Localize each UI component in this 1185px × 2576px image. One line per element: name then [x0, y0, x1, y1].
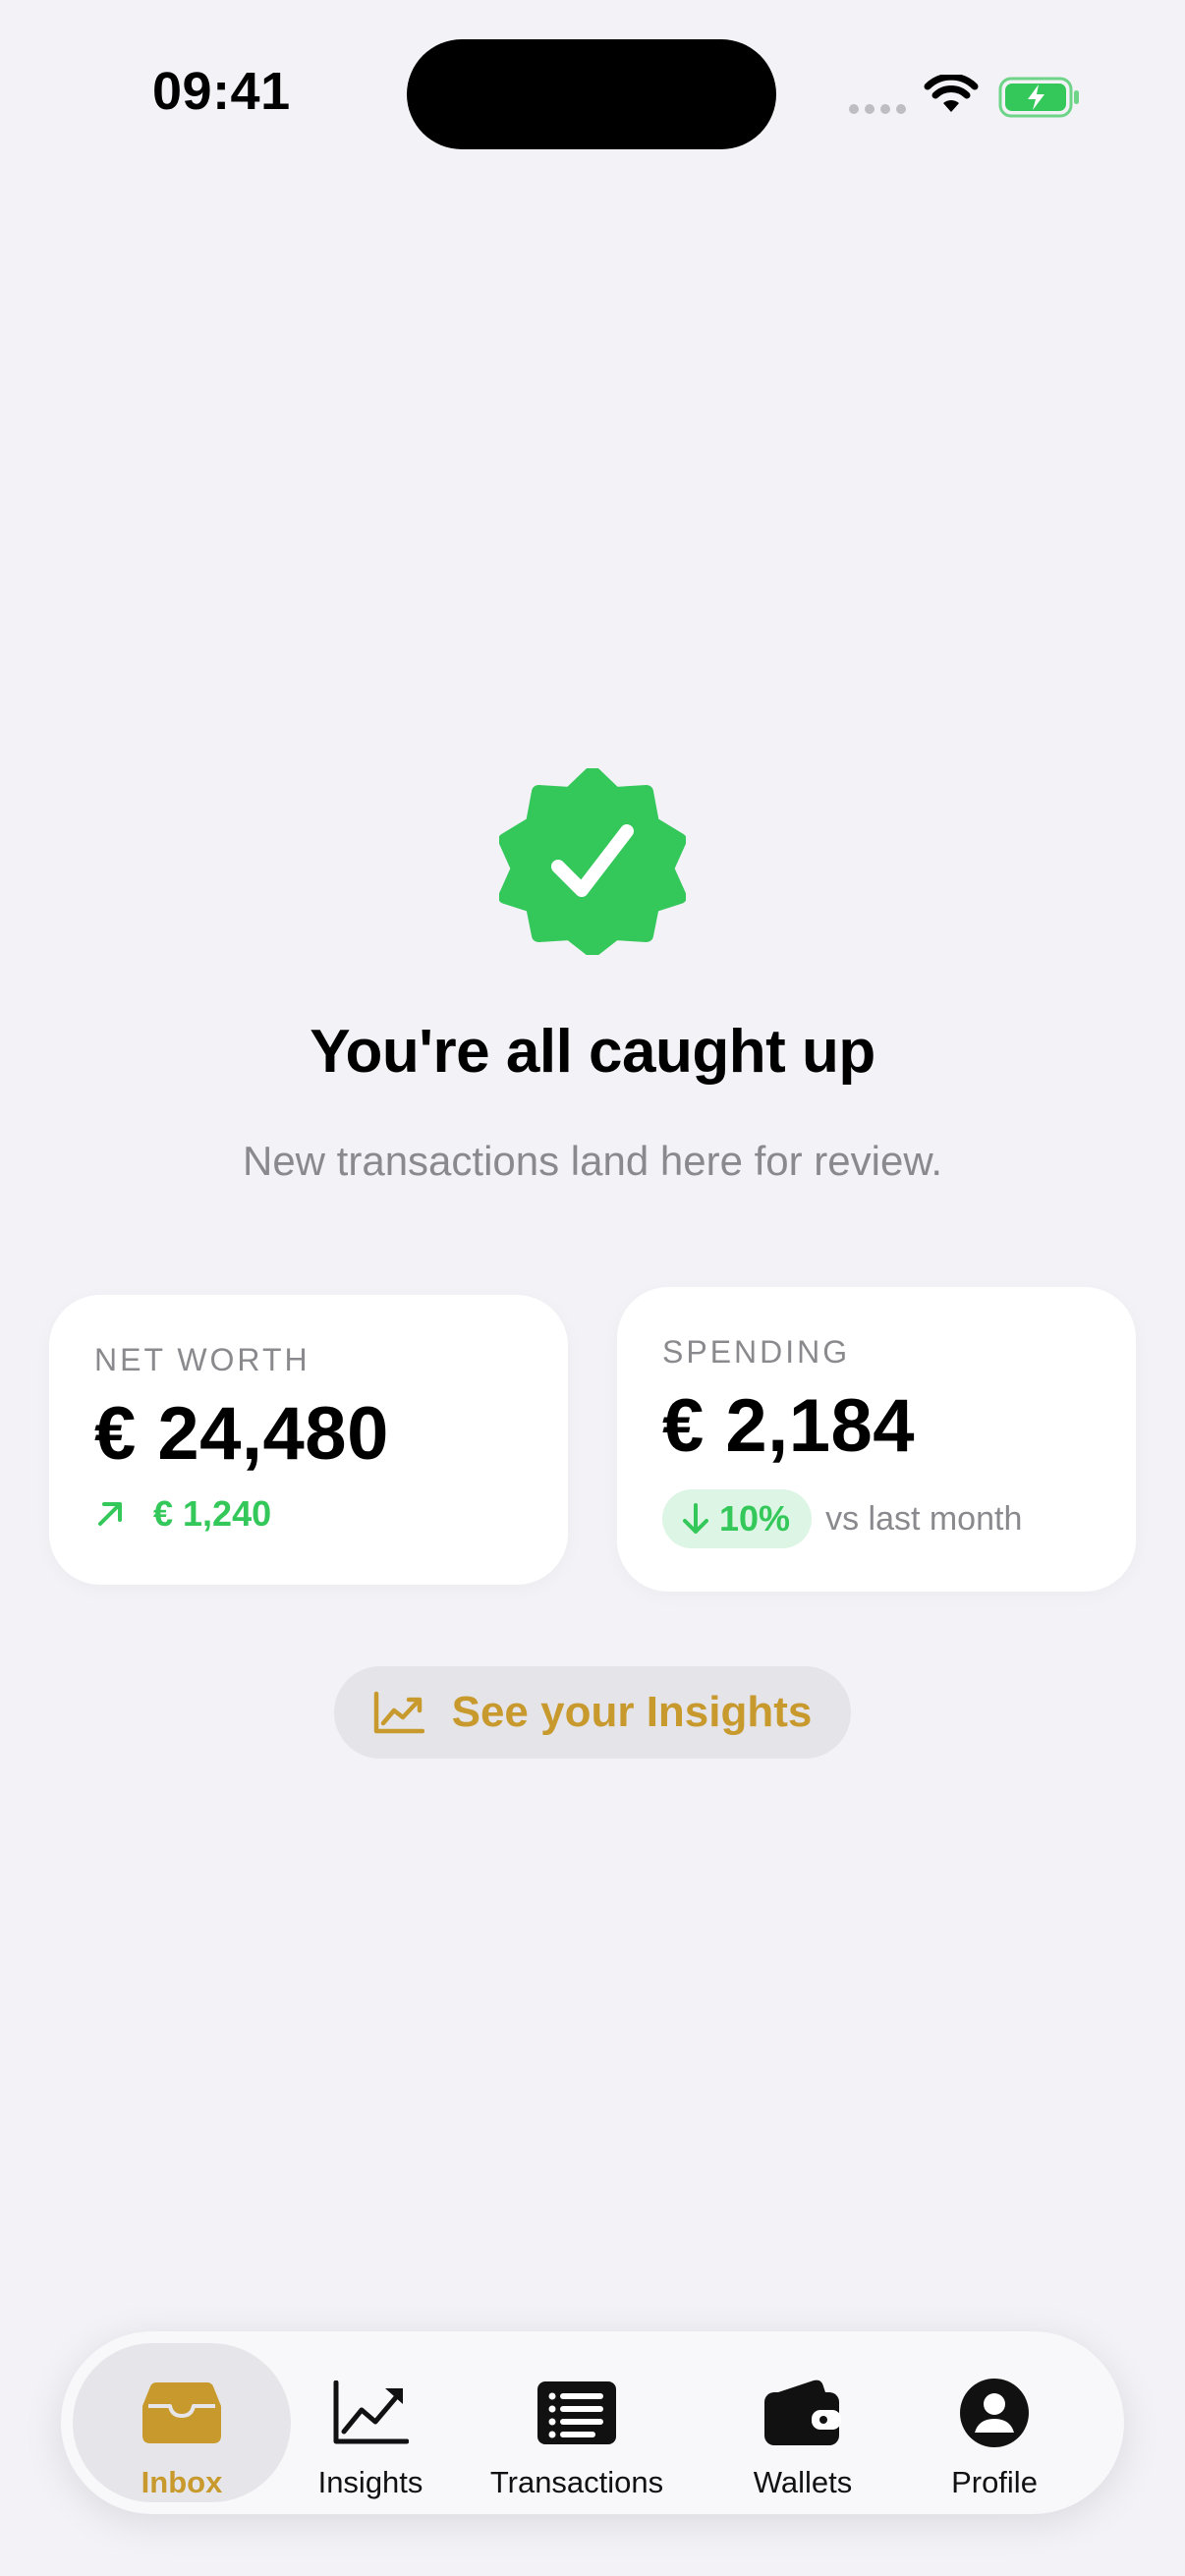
- tab-insights[interactable]: Insights: [297, 2331, 444, 2514]
- tab-profile[interactable]: Profile: [921, 2331, 1068, 2514]
- tab-insights-label: Insights: [317, 2465, 423, 2499]
- spending-card[interactable]: SPENDING € 2,184 10% vs last month: [617, 1287, 1136, 1592]
- spending-change-percent: 10%: [719, 1498, 791, 1539]
- spending-change-badge: 10%: [662, 1489, 813, 1548]
- tab-wallets-label: Wallets: [753, 2465, 853, 2499]
- page-subtitle: New transactions land here for review.: [242, 1138, 942, 1184]
- chart-line-up-icon: [333, 2380, 409, 2444]
- spending-value: € 2,184: [662, 1384, 916, 1468]
- dynamic-island: [407, 39, 776, 149]
- tab-wallets[interactable]: Wallets: [729, 2331, 876, 2514]
- verified-check-badge-icon: [499, 768, 686, 955]
- tab-inbox-label: Inbox: [141, 2465, 223, 2499]
- net-worth-value: € 24,480: [94, 1392, 389, 1476]
- person-circle-icon: [960, 2379, 1029, 2447]
- net-worth-change-value: € 1,240: [153, 1493, 272, 1534]
- inbox-tray-icon: [142, 2382, 221, 2443]
- net-worth-label: NET WORTH: [94, 1342, 310, 1377]
- status-time: 09:41: [152, 62, 291, 121]
- tab-bar: Inbox Insights Transactions Wallets Prof…: [61, 2331, 1124, 2514]
- tab-profile-label: Profile: [951, 2465, 1038, 2499]
- see-insights-label: See your Insights: [451, 1688, 813, 1736]
- page-title: You're all caught up: [310, 1018, 875, 1086]
- wallet-icon: [764, 2380, 841, 2445]
- chart-line-up-icon: [373, 1691, 424, 1734]
- tab-inbox[interactable]: Inbox: [73, 2331, 291, 2514]
- tab-transactions[interactable]: Transactions: [474, 2331, 680, 2514]
- spending-label: SPENDING: [662, 1334, 851, 1370]
- see-insights-button[interactable]: See your Insights: [334, 1666, 851, 1759]
- spending-change-row: 10% vs last month: [662, 1489, 1022, 1548]
- net-worth-change: € 1,240: [94, 1493, 271, 1535]
- spending-comparison-text: vs last month: [825, 1499, 1023, 1538]
- arrow-down-icon: [683, 1503, 708, 1534]
- wifi-icon: [924, 75, 979, 112]
- list-icon: [537, 2381, 616, 2444]
- battery-charging-icon: [998, 77, 1079, 118]
- arrow-up-right-icon: [98, 1502, 122, 1526]
- tab-transactions-label: Transactions: [489, 2465, 664, 2499]
- cellular-signal-icon: [849, 104, 906, 114]
- net-worth-card[interactable]: NET WORTH € 24,480 € 1,240: [49, 1295, 568, 1585]
